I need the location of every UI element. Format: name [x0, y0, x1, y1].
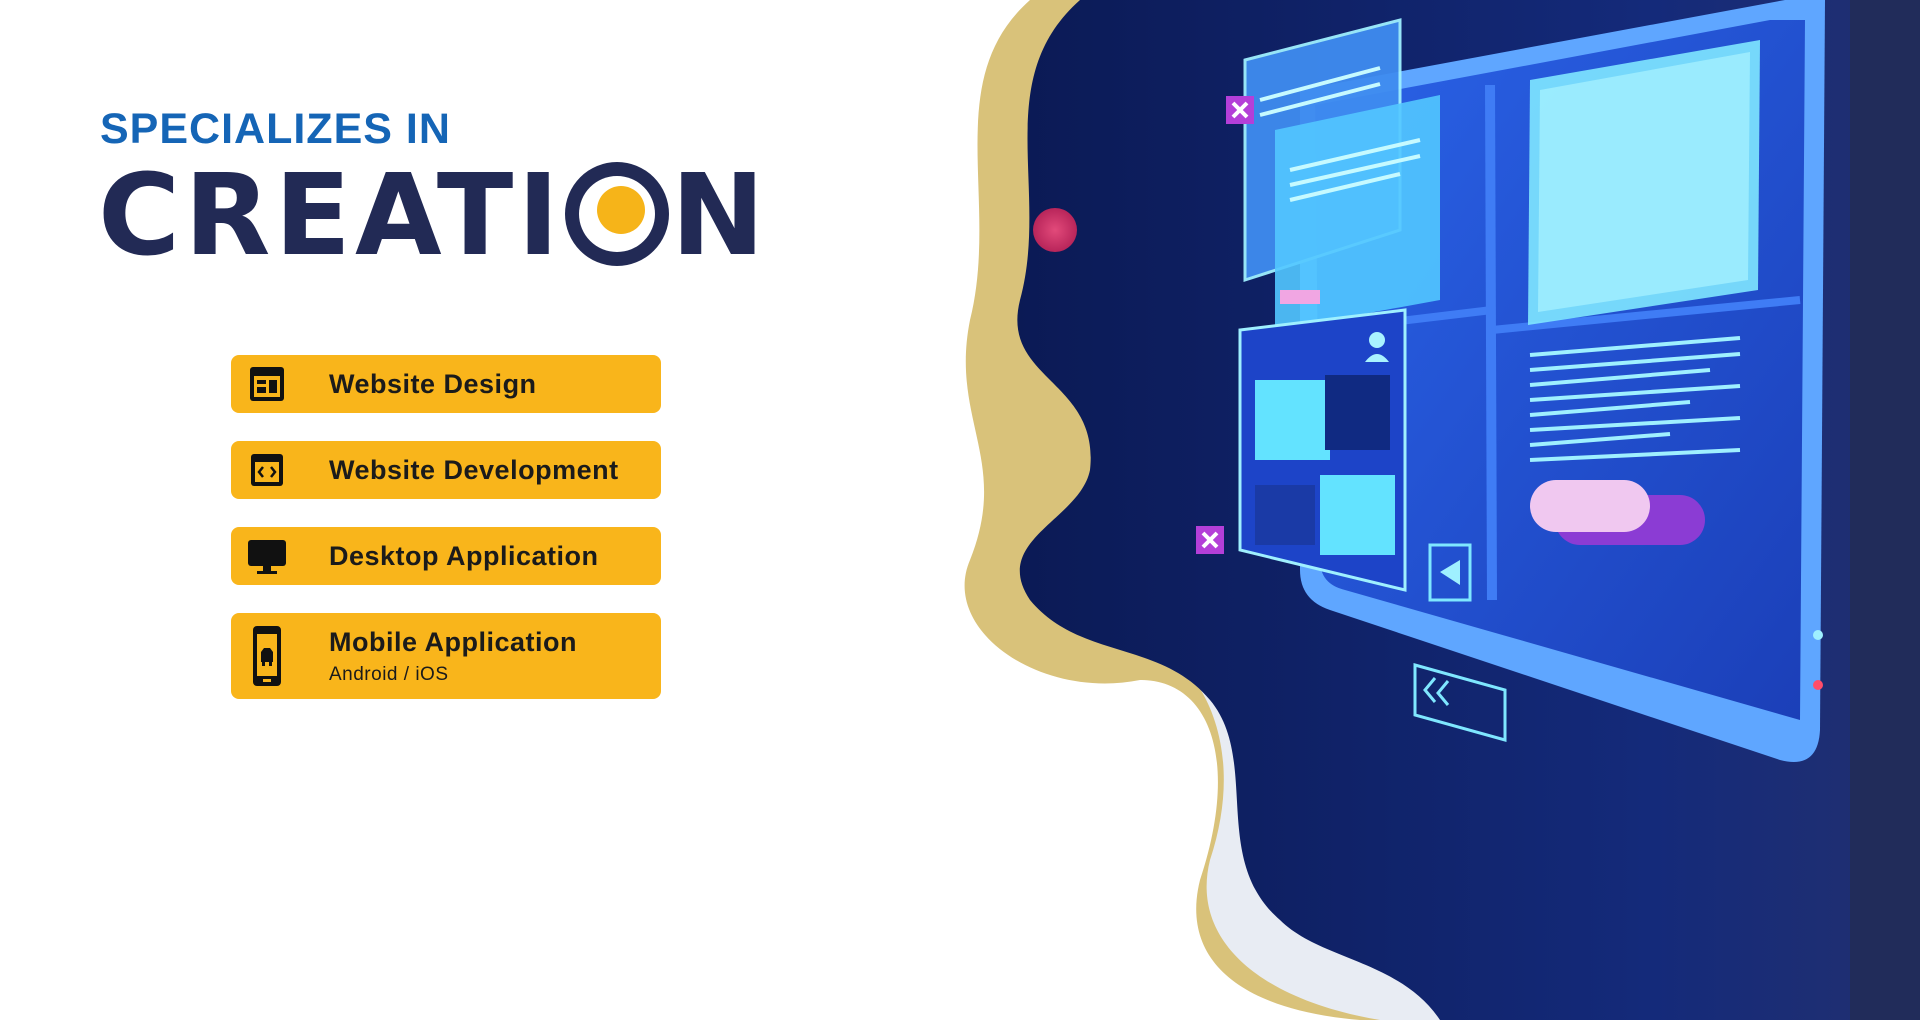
dark-edge	[1850, 0, 1920, 1020]
title-o-accent-icon	[565, 162, 669, 266]
panel-main-light-inner	[1538, 52, 1750, 312]
service-label: Website Development	[329, 454, 619, 485]
close-icon	[1226, 96, 1254, 124]
service-website-development[interactable]: Website Development	[231, 441, 661, 499]
services-list: Website Design Website Development Deskt…	[231, 355, 661, 727]
service-mobile-application[interactable]: Mobile Application Android / iOS	[231, 613, 661, 699]
desktop-monitor-icon	[245, 534, 289, 578]
heading-title: CREATI N	[98, 160, 769, 272]
service-label: Mobile Application	[329, 626, 577, 657]
service-website-design[interactable]: Website Design	[231, 355, 661, 413]
title-text-start: CREATI	[98, 151, 563, 281]
title-text-end: N	[671, 151, 769, 281]
pill	[1530, 480, 1650, 532]
float-tag	[1280, 290, 1320, 304]
float-card-a	[1255, 380, 1330, 460]
side-light-blue	[1813, 630, 1823, 640]
code-window-icon	[245, 448, 289, 492]
hero-illustration	[964, 0, 1920, 1020]
float-card-d	[1255, 485, 1315, 545]
pink-dot	[1033, 208, 1077, 252]
side-light-red	[1813, 680, 1823, 690]
float-card-c	[1320, 475, 1395, 555]
avatar-icon	[1369, 332, 1385, 348]
service-label: Website Design	[329, 368, 537, 399]
website-layout-icon	[245, 362, 289, 406]
service-sublabel: Android / iOS	[329, 663, 449, 685]
service-desktop-application[interactable]: Desktop Application	[231, 527, 661, 585]
mobile-phone-icon	[245, 626, 289, 686]
close-icon	[1196, 526, 1224, 554]
tablet-divider	[1485, 84, 1497, 601]
service-label: Desktop Application	[329, 540, 599, 571]
float-card-b	[1325, 375, 1390, 450]
page: SPECIALIZES IN CREATI N Website Design W…	[0, 0, 1920, 1020]
heading-kicker: SPECIALIZES IN	[100, 105, 451, 153]
